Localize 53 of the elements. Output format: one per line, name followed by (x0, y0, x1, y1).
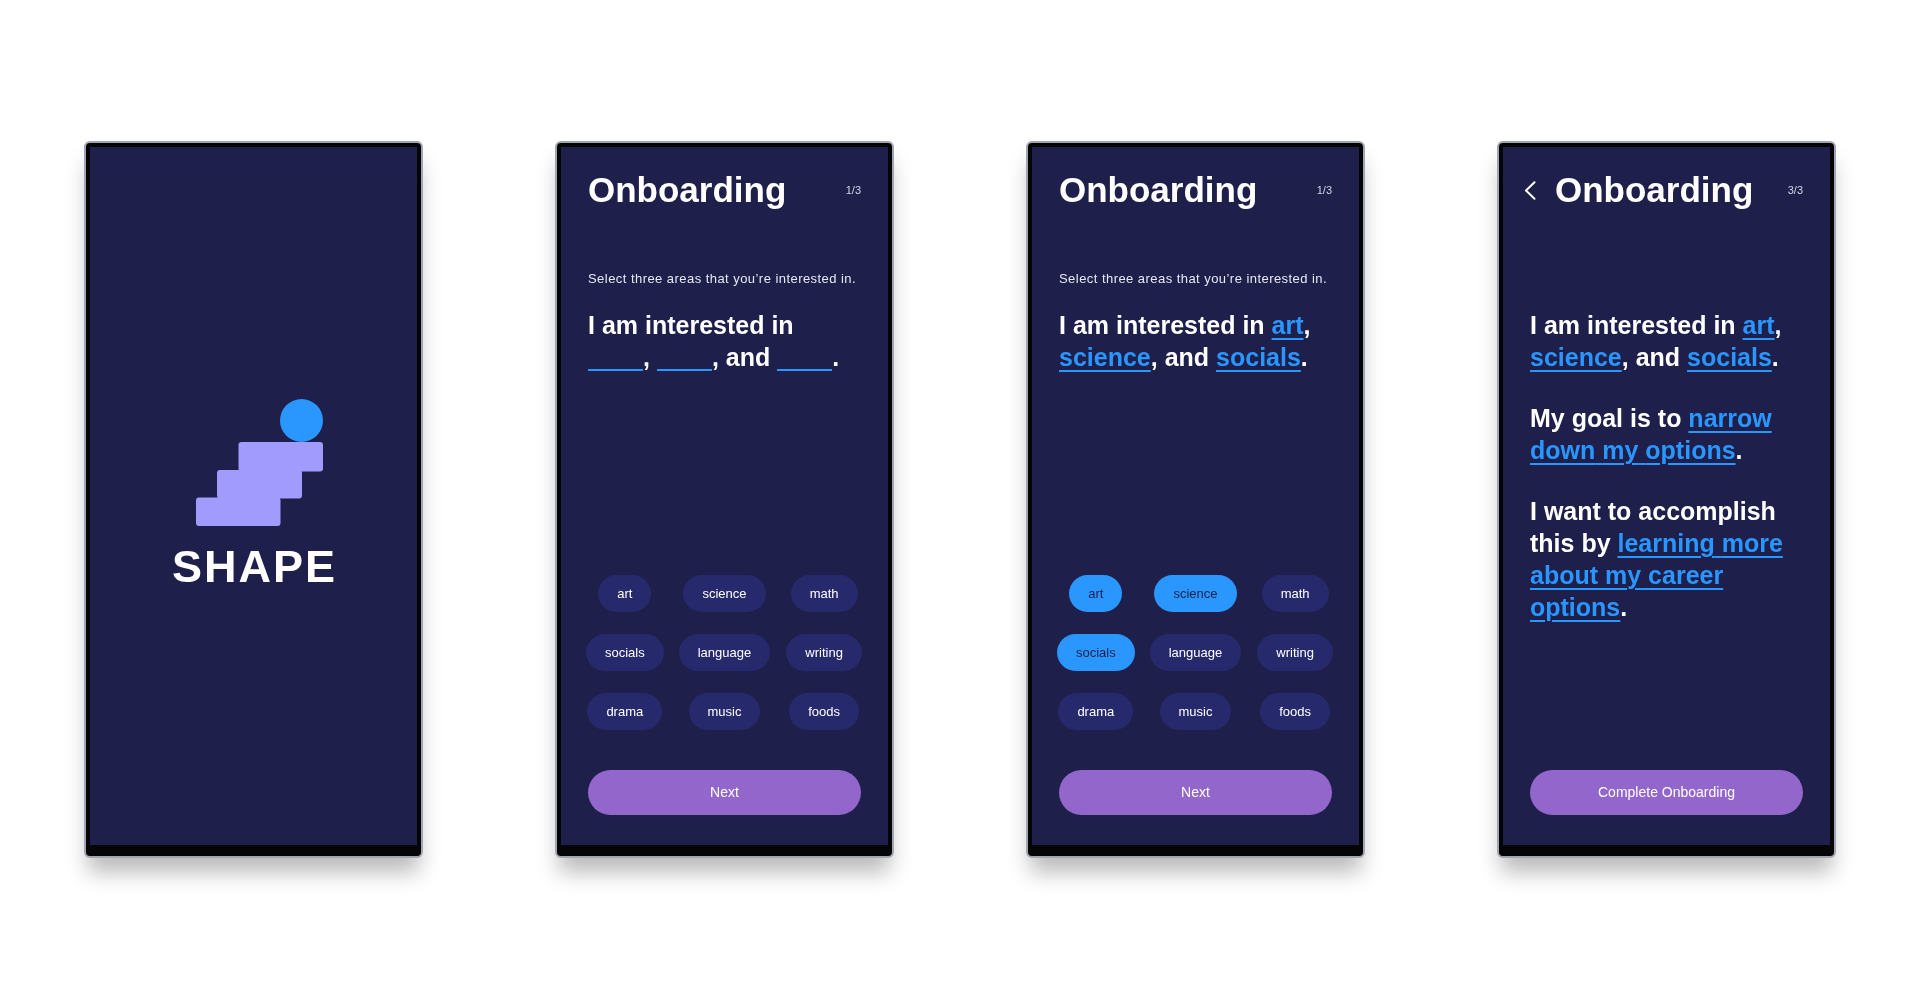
interest-chip[interactable]: math (790, 575, 858, 612)
continue-button[interactable]: Next (1059, 770, 1332, 815)
answer-link[interactable]: more (1721, 529, 1783, 557)
interest-chip[interactable]: writing (1257, 634, 1333, 671)
interest-chip[interactable]: writing (786, 634, 862, 671)
interest-chip[interactable]: drama (587, 693, 663, 730)
screen-title: Onboarding (1555, 170, 1754, 210)
step-counter: 1/3 (845, 182, 861, 198)
interest-chip[interactable]: math (1261, 575, 1329, 612)
answer-link[interactable]: options (1530, 593, 1621, 621)
statement-text: I am interested in art, science, and socials. (1530, 310, 1783, 373)
statement-text: I want to accomplish this by learning more about my career options. (1530, 496, 1784, 623)
answer-link[interactable]: down (1530, 436, 1596, 464)
answer-link[interactable]: socials (1687, 343, 1772, 371)
screen-title: Onboarding (1059, 170, 1258, 210)
answer-link[interactable]: my (1605, 561, 1642, 589)
answer-link[interactable]: socials (1216, 343, 1301, 371)
interest-chip[interactable]: foods (789, 693, 860, 730)
continue-button[interactable]: Complete Onboarding (1530, 770, 1803, 815)
answer-link[interactable]: science (1059, 343, 1151, 371)
back-button[interactable] (1524, 180, 1536, 200)
answer-link[interactable]: art (1271, 311, 1304, 339)
interest-chip[interactable]: socials (1056, 634, 1135, 671)
instruction-text: Select three areas that you’re interested in. (1059, 271, 1329, 287)
statement-text: I am interested in art, science, and socials. (1059, 310, 1312, 373)
interest-chip[interactable]: music (1159, 693, 1232, 730)
answer-link[interactable]: science (1530, 343, 1622, 371)
answer-link[interactable]: options (1645, 436, 1736, 464)
statement-text: My goal is to narrow down my options. (1530, 403, 1773, 466)
interest-chip[interactable]: music (688, 693, 761, 730)
interest-chip[interactable]: science (1154, 575, 1237, 612)
interest-chip[interactable]: science (683, 575, 766, 612)
logo-text: SHAPE (170, 544, 337, 589)
interest-chip[interactable]: art (1069, 575, 1123, 612)
chevron-left-icon (1524, 180, 1536, 200)
interest-chip[interactable]: language (678, 634, 771, 671)
answer-link[interactable]: career (1648, 561, 1724, 589)
step-counter: 3/3 (1787, 182, 1803, 198)
step-counter: 1/3 (1316, 182, 1332, 198)
continue-button[interactable]: Next (588, 770, 861, 815)
answer-link[interactable]: learning (1617, 529, 1715, 557)
answer-link[interactable]: narrow (1688, 404, 1772, 432)
interest-chip[interactable]: foods (1260, 693, 1331, 730)
interest-chip[interactable]: socials (585, 634, 664, 671)
answer-link[interactable]: my (1602, 436, 1639, 464)
answer-link[interactable]: art (1742, 311, 1775, 339)
interest-chip[interactable]: drama (1058, 693, 1134, 730)
screen-title: Onboarding (588, 170, 787, 210)
statement-text: I am interested in , , and . (588, 310, 841, 373)
answer-link[interactable]: about (1530, 561, 1599, 589)
interest-chip[interactable]: art (598, 575, 652, 612)
instruction-text: Select three areas that you’re interested in. (588, 271, 858, 287)
interest-chip[interactable]: language (1149, 634, 1242, 671)
